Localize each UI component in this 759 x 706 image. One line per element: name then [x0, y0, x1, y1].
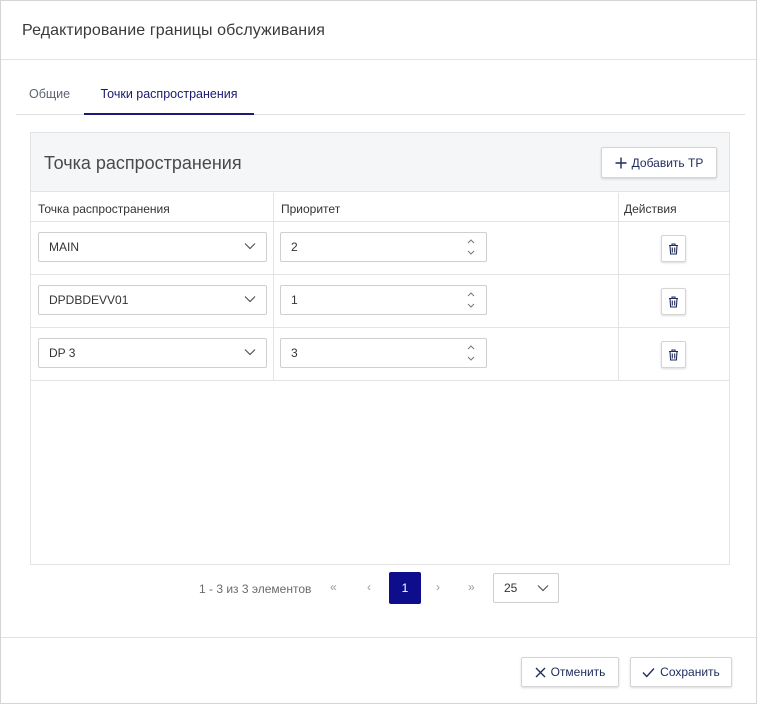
- trash-icon: [669, 242, 678, 255]
- point-select[interactable]: DPDBDEVV01: [38, 285, 267, 315]
- delete-row-button[interactable]: [661, 288, 686, 315]
- last-page-button[interactable]: »: [468, 580, 475, 594]
- panel-title: Точка распространения: [44, 153, 242, 173]
- column-header-point[interactable]: Точка распространения: [31, 193, 274, 222]
- tab-bar: Общие Точки распространения: [16, 77, 745, 115]
- priority-cell: 2: [274, 222, 619, 274]
- priority-cell: 1: [274, 275, 619, 327]
- point-value: DP 3: [49, 346, 76, 360]
- point-cell: MAIN: [31, 222, 274, 274]
- actions-cell: [619, 328, 729, 380]
- actions-cell: [619, 222, 729, 274]
- point-cell: DP 3: [31, 328, 274, 380]
- priority-input[interactable]: 2: [280, 232, 487, 262]
- prev-page-button[interactable]: ‹: [367, 580, 371, 594]
- cancel-label: Отменить: [550, 665, 606, 679]
- point-value: MAIN: [49, 240, 79, 254]
- pager: 1 - 3 из 3 элементов « ‹ 1 › » 25: [1, 571, 758, 605]
- trash-icon: [669, 295, 678, 308]
- dialog-title: Редактирование границы обслуживания: [22, 22, 326, 39]
- trash-icon: [669, 348, 678, 361]
- priority-value: 1: [291, 293, 298, 307]
- actions-cell: [619, 275, 729, 327]
- page-size-value: 25: [504, 581, 518, 595]
- chevron-down-icon: [537, 585, 549, 592]
- point-select[interactable]: DP 3: [38, 338, 267, 368]
- priority-cell: 3: [274, 328, 619, 380]
- delete-row-button[interactable]: [661, 341, 686, 368]
- column-header-priority[interactable]: Приоритет: [274, 193, 619, 222]
- grid-header: Точка распространения Приоритет Действия: [31, 193, 729, 222]
- spinner-arrows-icon[interactable]: [466, 236, 476, 258]
- dialog-header: Редактирование границы обслуживания: [1, 1, 756, 60]
- first-page-button[interactable]: «: [330, 580, 337, 594]
- edit-service-boundary-dialog: Редактирование границы обслуживания Общи…: [0, 0, 758, 705]
- table-row: DP 3 3: [31, 328, 729, 381]
- tab-general[interactable]: Общие: [29, 77, 70, 115]
- distribution-points-panel: Точка распространения Добавить TP Точка …: [30, 132, 730, 565]
- dialog-footer: Отменить Сохранить: [1, 637, 758, 705]
- add-tp-button[interactable]: Добавить TP: [601, 147, 717, 178]
- table-row: DPDBDEVV01 1: [31, 275, 729, 328]
- distribution-points-grid: Точка распространения Приоритет Действия…: [31, 193, 729, 381]
- tab-distribution-points[interactable]: Точки распространения: [84, 77, 254, 115]
- check-icon: [642, 667, 655, 677]
- chevron-down-icon: [244, 349, 256, 356]
- cancel-button[interactable]: Отменить: [521, 657, 619, 687]
- point-select[interactable]: MAIN: [38, 232, 267, 262]
- column-header-actions: Действия: [624, 202, 677, 216]
- next-page-button[interactable]: ›: [436, 580, 440, 594]
- save-label: Сохранить: [660, 665, 720, 679]
- priority-value: 3: [291, 346, 298, 360]
- table-row: MAIN 2: [31, 222, 729, 275]
- x-icon: [535, 667, 546, 677]
- priority-input[interactable]: 3: [280, 338, 487, 368]
- add-tp-label: Добавить TP: [631, 155, 704, 170]
- point-value: DPDBDEVV01: [49, 293, 129, 307]
- priority-input[interactable]: 1: [280, 285, 487, 315]
- save-button[interactable]: Сохранить: [630, 657, 732, 687]
- panel-header: Точка распространения Добавить TP: [31, 133, 729, 192]
- spinner-arrows-icon[interactable]: [466, 289, 476, 311]
- spinner-arrows-icon[interactable]: [466, 342, 476, 364]
- point-cell: DPDBDEVV01: [31, 275, 274, 327]
- priority-value: 2: [291, 240, 298, 254]
- page-size-select[interactable]: 25: [493, 573, 559, 603]
- page-1-button[interactable]: 1: [389, 572, 421, 604]
- plus-icon: [615, 156, 627, 170]
- pager-info: 1 - 3 из 3 элементов: [199, 582, 312, 596]
- chevron-down-icon: [244, 243, 256, 250]
- chevron-down-icon: [244, 296, 256, 303]
- delete-row-button[interactable]: [661, 235, 686, 262]
